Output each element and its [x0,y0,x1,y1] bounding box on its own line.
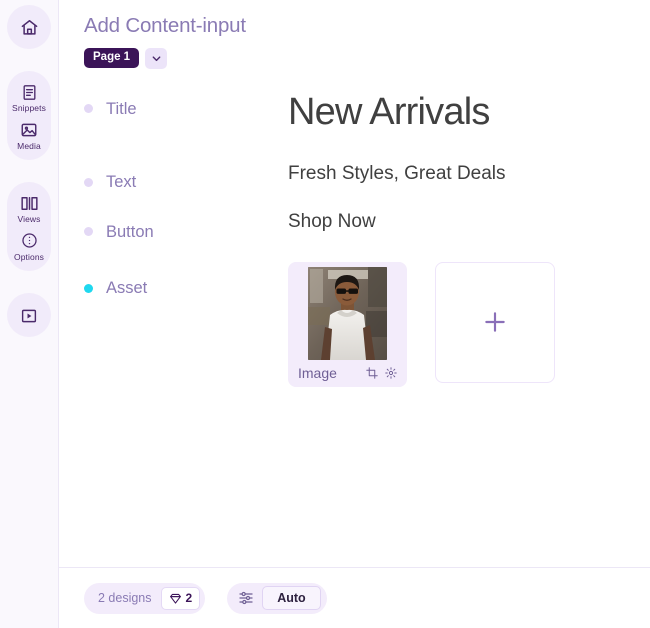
rail-item-media[interactable]: Media [7,116,51,154]
sliders-icon[interactable] [237,590,254,607]
media-icon [19,120,39,140]
field-status-dot [84,104,93,114]
field-label-button: Button [106,222,154,241]
asset-name-label: Image [298,365,337,382]
field-label-title: Title [106,99,137,118]
rail-label-options: Options [14,251,44,262]
designs-credits-button[interactable]: 2 [160,586,201,610]
rail-label-media: Media [17,140,41,151]
rail-group-home [7,5,51,49]
rail-group-tools: Views Options [7,182,51,271]
rail-item-options[interactable]: Options [7,227,51,265]
field-status-dot [84,177,93,187]
left-rail: Snippets Media Views Options [0,0,59,628]
field-row-asset[interactable]: Asset [84,280,284,297]
rail-item-home[interactable] [7,14,51,41]
page-selector: Page 1 [84,47,650,69]
field-label-column: Title Text Button Asset [84,99,284,387]
editor-rows: Title Text Button Asset New Arrivals Fre… [84,93,650,387]
headline-text[interactable]: New Arrivals [288,93,650,131]
rail-item-snippets[interactable]: Snippets [7,78,51,116]
views-icon [19,193,39,213]
field-row-button[interactable]: Button [84,224,284,241]
page-dropdown-button[interactable] [145,47,168,69]
play-icon [19,306,39,326]
main-body: Add Content-input Page 1 Title Text Butt… [59,0,650,567]
asset-list: Image [288,261,650,387]
page-chip[interactable]: Page 1 [84,47,140,69]
page-title: Add Content-input [84,14,246,37]
rail-label-views: Views [17,214,41,224]
rail-item-views[interactable]: Views [7,189,51,227]
designs-label: 2 designs [98,590,152,605]
options-icon [19,231,39,251]
main-panel: Add Content-input Page 1 Title Text Butt… [59,0,650,628]
bottom-toolbar: 2 designs 2 Auto [59,567,650,628]
rail-group-preview [7,293,51,337]
designs-pill[interactable]: 2 designs 2 [84,582,206,614]
asset-thumbnail [308,266,387,360]
content-column: New Arrivals Fresh Styles, Great Deals S… [284,93,650,387]
plus-icon [482,309,508,335]
gear-icon[interactable] [385,367,397,379]
chevron-down-icon [151,53,162,64]
cta-text[interactable]: Shop Now [288,212,650,231]
crop-icon[interactable] [366,367,378,379]
asset-card-image[interactable]: Image [288,261,407,387]
snippets-icon [19,82,39,102]
add-asset-card[interactable] [435,261,555,383]
asset-actions [366,367,397,379]
auto-pill[interactable]: Auto [227,582,327,614]
rail-group-library: Snippets Media [7,71,51,160]
field-row-title[interactable]: Title [84,101,284,118]
field-label-asset: Asset [106,279,148,298]
auto-button[interactable]: Auto [262,586,321,610]
diamond-icon [169,592,182,605]
asset-card-footer: Image [288,360,407,387]
designs-count: 2 [185,591,193,605]
field-status-dot [84,227,93,237]
app-root: Snippets Media Views Options Add Content… [0,0,650,628]
home-icon [19,18,39,38]
field-row-text[interactable]: Text [84,174,284,191]
field-label-text: Text [106,173,137,192]
person-photo [308,266,387,360]
field-status-dot-active [84,283,93,293]
rail-label-snippets: Snippets [12,103,46,113]
subhead-text[interactable]: Fresh Styles, Great Deals [288,164,650,183]
auto-label: Auto [277,590,306,605]
rail-item-play[interactable] [7,302,51,329]
